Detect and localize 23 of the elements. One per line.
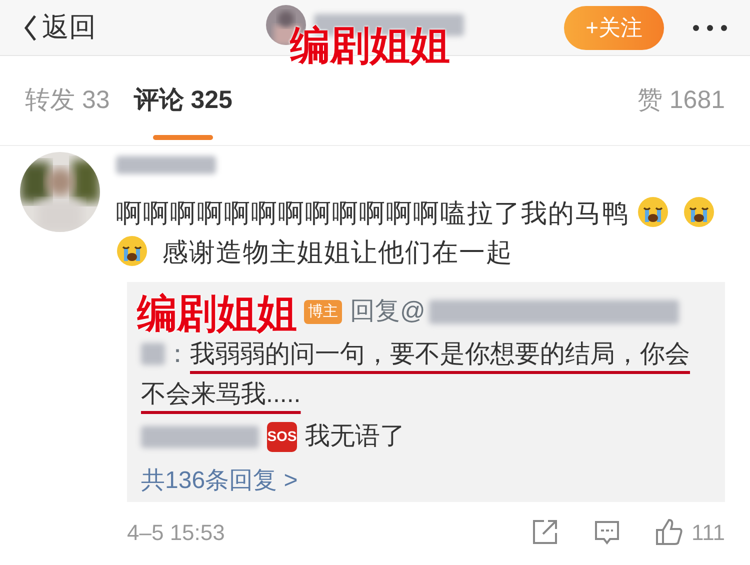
- thumbs-up-icon: [654, 517, 684, 547]
- more-icon[interactable]: [692, 24, 728, 32]
- tab[interactable]: 转发 33: [25, 56, 110, 146]
- crying-face-icon: [116, 235, 148, 267]
- like-button[interactable]: 111: [654, 516, 725, 548]
- timestamp: 4–5 15:53: [127, 518, 225, 546]
- reply-text: ：我弱弱的问一句，要不是你想要的结局，你会不会来骂我.....: [141, 339, 691, 410]
- tab[interactable]: 赞 1681: [637, 56, 725, 146]
- back-button[interactable]: 返回: [22, 7, 96, 48]
- tab[interactable]: 评论 325: [134, 56, 232, 146]
- author-badge: 博主: [304, 300, 342, 324]
- crying-face-icon: [683, 196, 716, 228]
- annotation-label: 编剧姐姐: [137, 294, 297, 334]
- follow-button[interactable]: +关注: [564, 6, 664, 50]
- annotation-label: 编剧姐姐: [290, 26, 450, 66]
- back-icon: [22, 12, 38, 42]
- sos-icon: SOS: [267, 422, 297, 452]
- crying-face-icon: [637, 196, 670, 228]
- reply-label: 回复@: [350, 296, 426, 328]
- more-replies-link[interactable]: 共136条回复 >: [141, 466, 298, 494]
- comment-text: 感谢造物主姐姐让他们在一起: [162, 237, 514, 267]
- sub-reply-text: 我无语了: [305, 421, 405, 452]
- comment-text: 啊啊啊啊啊啊啊啊啊啊啊啊嗑拉了我的马鸭: [116, 198, 629, 228]
